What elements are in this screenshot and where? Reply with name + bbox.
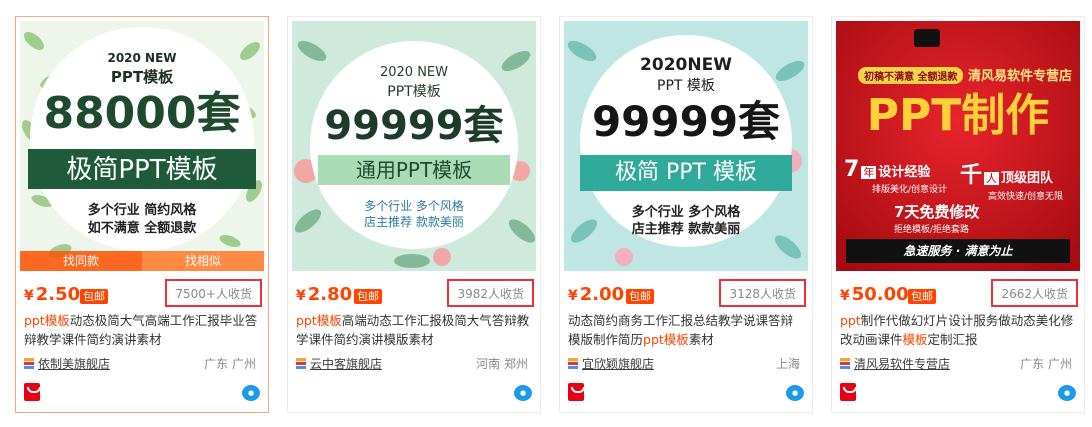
product-title[interactable]: ppt制作代做幻灯片设计服务做动态美化修改动画课件模板定制汇报 [840, 311, 1076, 349]
image-headline: PPT制作 [866, 90, 1050, 141]
wangwang-chat-icon[interactable]: ● [514, 385, 532, 401]
sold-count: 3128人收货 [719, 279, 806, 307]
icons-row: ● [568, 383, 804, 405]
product-title[interactable]: 动态简约商务工作汇报总结教学说课答辩模版制作简历ppt模板素材 [568, 311, 804, 349]
image-year: 2020NEW [640, 55, 732, 75]
shop-row: 清风易软件专营店 广东 广州 [840, 355, 1076, 373]
image-sub: PPT 模板 [657, 78, 715, 94]
product-title[interactable]: ppt模板动态极简大气高端工作汇报毕业答辩教学课件简约演讲素材 [24, 311, 260, 349]
feature-1: 7 年设计经验 排版美化/创意设计 [844, 157, 948, 195]
image-line2: 店主推荐 款款美丽 [364, 215, 464, 229]
product-image[interactable]: 初稿不满意 全额退款 清风易软件专营店 PPT制作 7 年设计经验 排版美化/创意… [836, 21, 1080, 271]
price: ¥2.00 [568, 284, 625, 305]
location: 广东 广州 [1020, 357, 1072, 371]
image-year: 2020 NEW [379, 65, 448, 80]
image-line2: 店主推荐 款款美丽 [631, 222, 741, 237]
image-tag: 初稿不满意 全额退款 [858, 67, 964, 84]
image-line1: 多个行业 多个风格 [364, 199, 464, 213]
feature-3: 7天免费修改 拒绝模板/拒绝套路 [894, 203, 980, 235]
product-image[interactable]: 2020NEW PPT 模板 99999套 极简 PPT 模板 多个行业 多个风… [564, 21, 808, 271]
icons-row: ● [840, 383, 1076, 405]
free-shipping-badge: 包邮 [80, 289, 108, 304]
wangwang-chat-icon[interactable]: ● [242, 385, 260, 401]
product-grid: 2020 NEW PPT模板 88000套 极简PPT模板 多个行业 简约风格 … [0, 0, 1092, 427]
tmall-icon[interactable] [840, 383, 857, 401]
location: 上海 [775, 357, 800, 371]
product-image[interactable]: 2020 NEW PPT模板 88000套 极简PPT模板 多个行业 简约风格 … [20, 21, 264, 271]
image-headline: 99999套 [591, 97, 781, 146]
image-headline: 99999套 [324, 103, 504, 149]
image-sub: PPT模板 [387, 84, 441, 100]
product-title[interactable]: ppt模板高端动态工作汇报极简大气答辩教学课件简约演讲模版素材 [296, 311, 532, 349]
price-row: ¥2.50 包邮 7500+人收货 [20, 279, 264, 309]
price: ¥50.00 [840, 284, 909, 305]
price: ¥2.50 [24, 284, 81, 305]
product-card[interactable]: 初稿不满意 全额退款 清风易软件专营店 PPT制作 7 年设计经验 排版美化/创意… [831, 16, 1085, 413]
sold-count: 3982人收货 [447, 279, 534, 307]
shop-stripes-icon [296, 358, 306, 369]
location: 广东 广州 [204, 357, 256, 371]
price-row: ¥50.00 包邮 2662人收货 [836, 279, 1080, 309]
shop-row: 依制美旗舰店 广东 广州 [24, 355, 260, 373]
icons-row: ● [24, 383, 260, 405]
tmall-icon[interactable] [568, 383, 585, 401]
image-band: 通用PPT模板 [355, 158, 473, 182]
shop-stripes-icon [24, 358, 34, 369]
find-similar-button[interactable]: 找相似 [142, 251, 264, 271]
find-same-button[interactable]: 找同款 [20, 251, 142, 271]
tmall-icon[interactable] [24, 383, 41, 401]
product-card[interactable]: 2020NEW PPT 模板 99999套 极简 PPT 模板 多个行业 多个风… [559, 16, 813, 413]
shop-name[interactable]: 清风易软件专营店 [854, 355, 950, 372]
shop-row: 云中客旗舰店 河南 郑州 [296, 355, 532, 373]
shop-stripes-icon [568, 358, 578, 369]
product-card[interactable]: 2020 NEW PPT模板 88000套 极简PPT模板 多个行业 简约风格 … [15, 16, 269, 413]
feature-2: 千人顶级团队 高效快速/创意无限 [960, 163, 1064, 202]
image-year: 2020 NEW [107, 51, 177, 65]
price: ¥2.80 [296, 284, 353, 305]
icons-row: ● [296, 383, 532, 405]
product-card[interactable]: 2020 NEW PPT模板 99999套 通用PPT模板 多个行业 多个风格 … [287, 16, 541, 413]
shop-row: 宜欣颖旗舰店 上海 [568, 355, 804, 373]
image-sub: PPT模板 [110, 68, 174, 86]
shop-stripes-icon [840, 358, 850, 369]
price-row: ¥2.00 包邮 3128人收货 [564, 279, 808, 309]
shop-name[interactable]: 依制美旗舰店 [38, 355, 110, 372]
image-band: 极简PPT模板 [66, 155, 218, 185]
shop-name[interactable]: 云中客旗舰店 [310, 355, 382, 372]
image-banner: 急速服务 · 满意为止 [903, 244, 1013, 258]
image-store: 清风易软件专营店 [968, 69, 1073, 84]
wangwang-chat-icon[interactable]: ● [1058, 385, 1076, 401]
wangwang-chat-icon[interactable]: ● [786, 385, 804, 401]
free-shipping-badge: 包邮 [626, 289, 654, 304]
location: 河南 郑州 [476, 357, 528, 371]
image-headline: 88000套 [43, 88, 241, 139]
product-image[interactable]: 2020 NEW PPT模板 99999套 通用PPT模板 多个行业 多个风格 … [292, 21, 536, 271]
sold-count: 7500+人收货 [165, 279, 262, 307]
shop-name[interactable]: 宜欣颖旗舰店 [582, 355, 654, 372]
image-line1: 多个行业 简约风格 [87, 203, 197, 218]
free-shipping-badge: 包邮 [908, 289, 936, 304]
sold-count: 2662人收货 [991, 279, 1078, 307]
free-shipping-badge: 包邮 [354, 289, 382, 304]
image-band: 极简 PPT 模板 [615, 160, 757, 185]
image-overlay: 找同款 找相似 [20, 251, 264, 271]
price-row: ¥2.80 包邮 3982人收货 [292, 279, 536, 309]
image-line2: 如不满意 全额退款 [87, 221, 197, 236]
